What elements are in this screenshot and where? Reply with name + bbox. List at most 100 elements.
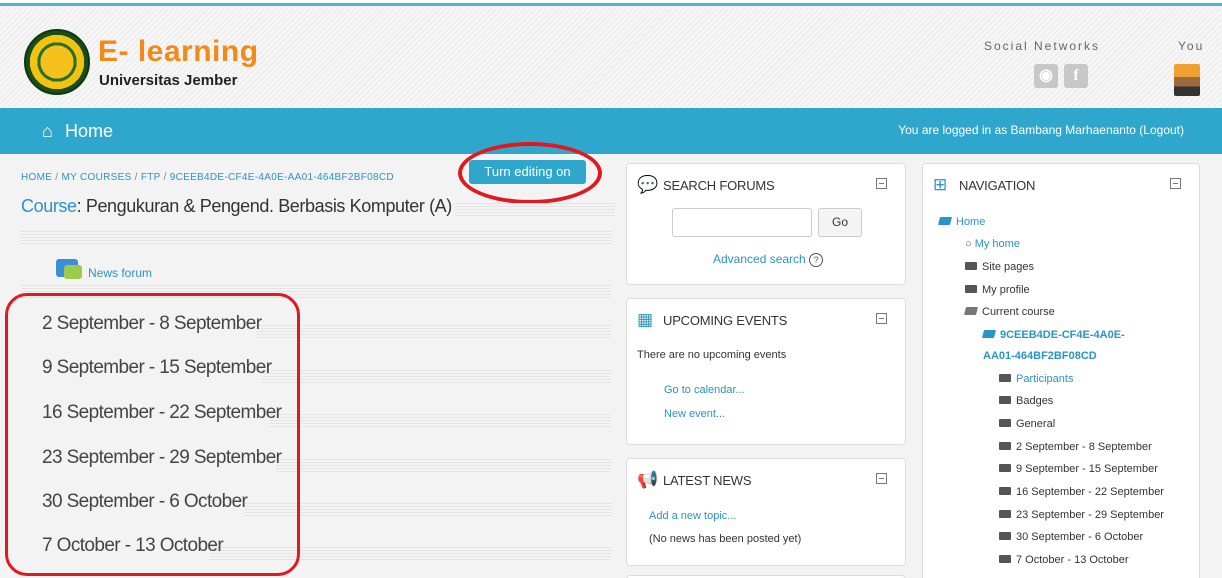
sitemap-icon: ⊞	[933, 175, 948, 194]
nav-current-course[interactable]: Current course	[963, 306, 1055, 318]
nav-badges[interactable]: Badges	[999, 395, 1053, 407]
highlight-ellipse	[458, 142, 602, 204]
nav-label: General	[1016, 418, 1056, 430]
login-info[interactable]: You are logged in as Bambang Marhaenanto…	[898, 123, 1184, 137]
nav-week-1[interactable]: 2 September - 8 September	[999, 441, 1152, 453]
folder-icon	[999, 419, 1011, 427]
folder-icon	[965, 262, 977, 270]
folder-icon	[999, 464, 1011, 472]
top-accent-stripe	[0, 0, 1222, 6]
university-logo[interactable]	[24, 29, 90, 95]
breadcrumb-separator: /	[163, 172, 167, 183]
search-input[interactable]	[672, 208, 812, 237]
no-events-text: There are no upcoming events	[637, 349, 787, 361]
nav-label: My home	[974, 238, 1020, 250]
navigation-block: ⊞ NAVIGATION Home ○ My home Site pages M…	[922, 163, 1200, 578]
decorative-stripes	[262, 369, 611, 383]
collapse-icon[interactable]	[876, 473, 887, 484]
block-title: UPCOMING EVENTS	[663, 313, 788, 328]
folder-icon	[999, 555, 1011, 563]
breadcrumb-separator: /	[55, 172, 59, 183]
breadcrumb-separator: /	[134, 172, 138, 183]
nav-site-pages[interactable]: Site pages	[965, 261, 1034, 273]
site-title[interactable]: E- learning	[98, 37, 259, 67]
nav-label: Participants	[1016, 373, 1074, 385]
collapse-icon[interactable]	[1170, 178, 1181, 189]
collapse-icon[interactable]	[876, 178, 887, 189]
folder-icon	[965, 285, 977, 293]
nav-label: Current course	[982, 306, 1055, 318]
folder-icon	[999, 532, 1011, 540]
nav-week-3[interactable]: 16 September - 22 September	[999, 486, 1164, 498]
folder-icon	[999, 396, 1011, 404]
breadcrumb-item-course[interactable]: 9CEEB4DE-CF4E-4A0E-AA01-464BF2BF08CD	[170, 172, 394, 183]
nav-week-6[interactable]: 7 October - 13 October	[999, 554, 1129, 566]
nav-week-4[interactable]: 23 September - 29 September	[999, 509, 1164, 521]
folder-open-icon	[937, 217, 953, 225]
nav-label: Home	[956, 216, 986, 228]
help-icon[interactable]: ?	[809, 253, 824, 267]
folder-open-icon	[981, 330, 997, 338]
nav-my-home[interactable]: ○ My home	[965, 238, 1020, 250]
advanced-search-label: Advanced search	[713, 252, 806, 266]
folder-icon	[999, 487, 1011, 495]
folder-open-icon	[963, 307, 979, 315]
breadcrumb-item-ftp[interactable]: FTP	[141, 172, 161, 183]
decorative-stripes	[256, 324, 611, 338]
nav-week-5[interactable]: 30 September - 6 October	[999, 531, 1143, 543]
nav-course-id-cont[interactable]: AA01-464BF2BF08CD	[983, 350, 1097, 362]
you-label: You	[1178, 39, 1205, 53]
advanced-search-link[interactable]: Advanced search ?	[713, 252, 824, 267]
nav-label: 2 September - 8 September	[1016, 441, 1152, 453]
nav-label: Site pages	[982, 261, 1034, 273]
main-navbar: ⌂ Home You are logged in as Bambang Marh…	[0, 108, 1222, 154]
no-news-text: (No news has been posted yet)	[649, 533, 802, 545]
forum-icon	[56, 259, 82, 279]
course-name: : Pengukuran & Pengend. Berbasis Kompute…	[76, 196, 453, 216]
site-subtitle: Universitas Jember	[99, 72, 238, 89]
chat-icon: 💬	[637, 175, 659, 194]
facebook-icon[interactable]: f	[1064, 64, 1088, 88]
news-forum-link[interactable]: News forum	[88, 266, 152, 280]
circle-icon: ○	[965, 238, 975, 250]
folder-icon	[999, 442, 1011, 450]
nav-home[interactable]: Home	[937, 216, 986, 228]
go-to-calendar-link[interactable]: Go to calendar...	[664, 384, 745, 396]
decorative-stripes	[276, 458, 611, 472]
nav-label: 30 September - 6 October	[1016, 531, 1144, 543]
upcoming-events-block: ▦ UPCOMING EVENTS There are no upcoming …	[626, 298, 906, 445]
nav-label: 23 September - 29 September	[1016, 509, 1164, 521]
home-icon: ⌂	[42, 121, 53, 141]
megaphone-icon: 📢	[637, 470, 659, 489]
nav-my-profile[interactable]: My profile	[965, 284, 1030, 296]
nav-label: My profile	[982, 284, 1030, 296]
globe-icon[interactable]: ◉	[1034, 64, 1058, 88]
search-forums-block: 💬 SEARCH FORUMS Go Advanced search ?	[626, 163, 906, 285]
nav-label: 9CEEB4DE-CF4E-4A0E-	[1000, 329, 1125, 341]
block-title: SEARCH FORUMS	[663, 178, 775, 193]
folder-icon	[999, 374, 1011, 382]
nav-label: 16 September - 22 September	[1016, 486, 1164, 498]
nav-label: 9 September - 15 September	[1016, 463, 1158, 475]
add-topic-link[interactable]: Add a new topic...	[649, 510, 736, 522]
user-avatar[interactable]	[1174, 64, 1200, 96]
folder-icon	[999, 510, 1011, 518]
navbar-home-label: Home	[65, 121, 114, 141]
nav-week-2[interactable]: 9 September - 15 September	[999, 463, 1158, 475]
decorative-stripes	[21, 230, 611, 244]
block-title: LATEST NEWS	[663, 473, 752, 488]
latest-news-block: 📢 LATEST NEWS Add a new topic... (No new…	[626, 458, 906, 566]
nav-general[interactable]: General	[999, 418, 1055, 430]
page-title: Course: Pengukuran & Pengend. Berbasis K…	[21, 196, 452, 217]
navbar-home-link[interactable]: ⌂ Home	[42, 121, 113, 142]
breadcrumb: HOME / MY COURSES / FTP / 9CEEB4DE-CF4E-…	[21, 172, 394, 183]
new-event-link[interactable]: New event...	[664, 408, 725, 420]
course-label: Course	[21, 196, 77, 216]
breadcrumb-item-my-courses[interactable]: MY COURSES	[61, 172, 131, 183]
nav-participants[interactable]: Participants	[999, 373, 1073, 385]
nav-course-id[interactable]: 9CEEB4DE-CF4E-4A0E-	[981, 329, 1125, 341]
breadcrumb-item-home[interactable]: HOME	[21, 172, 52, 183]
go-button[interactable]: Go	[818, 208, 862, 237]
decorative-stripes	[455, 202, 615, 216]
collapse-icon[interactable]	[876, 313, 887, 324]
